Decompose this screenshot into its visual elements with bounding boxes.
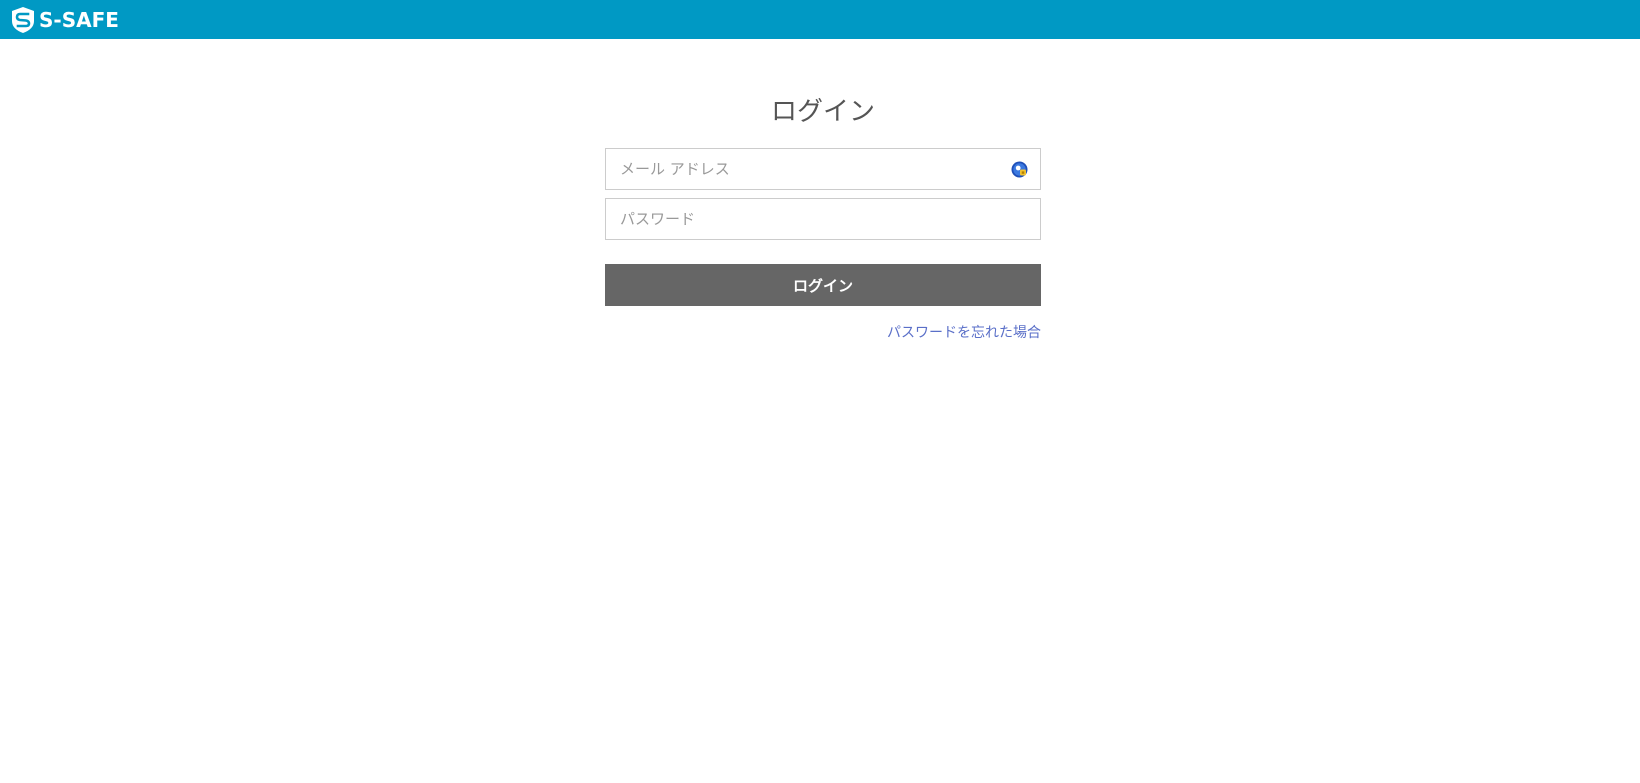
login-button[interactable]: ログイン: [605, 264, 1041, 306]
login-panel: ログイン ログイン パスワードを忘れた場合: [605, 90, 1041, 342]
forgot-row: パスワードを忘れた場合: [605, 322, 1041, 342]
password-manager-icon[interactable]: [1011, 161, 1028, 178]
email-input[interactable]: [606, 149, 1040, 189]
forgot-password-link[interactable]: パスワードを忘れた場合: [887, 325, 1041, 341]
password-input[interactable]: [606, 199, 1040, 239]
email-field-wrapper: [605, 148, 1041, 190]
brand-name: S-SAFE: [39, 7, 119, 32]
top-header: S-SAFE: [0, 0, 1640, 39]
brand-logo[interactable]: S-SAFE: [11, 6, 119, 34]
password-field-wrapper: [605, 198, 1041, 240]
page-title: ログイン: [770, 97, 875, 127]
s-shield-icon: [12, 6, 34, 33]
